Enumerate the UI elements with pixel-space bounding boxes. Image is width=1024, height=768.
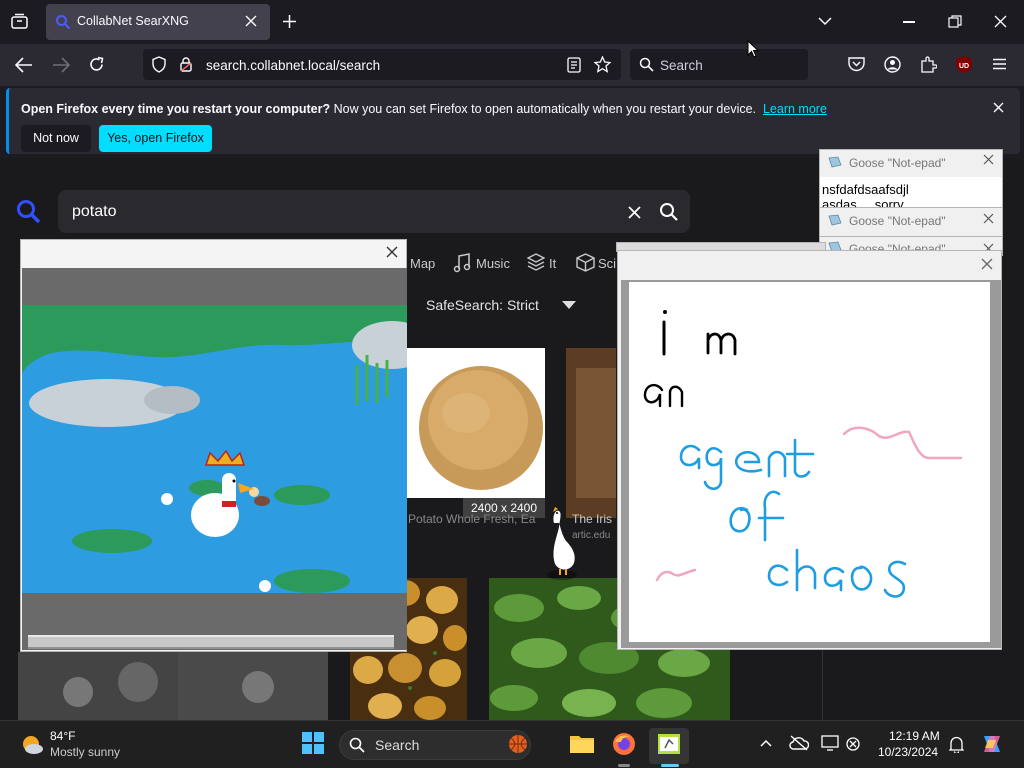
firefox-taskbar-icon[interactable] bbox=[612, 732, 636, 756]
result-image-grey-1[interactable] bbox=[18, 652, 178, 720]
windows-start-icon[interactable] bbox=[302, 732, 324, 754]
goose-notepad-close-icon-1[interactable] bbox=[983, 154, 994, 165]
new-tab-icon[interactable] bbox=[282, 14, 297, 29]
layers-icon bbox=[527, 253, 545, 272]
tab-overview-icon[interactable] bbox=[10, 13, 30, 31]
weather-condition[interactable]: Mostly sunny bbox=[50, 745, 120, 759]
open-firefox-button[interactable]: Yes, open Firefox bbox=[99, 125, 212, 152]
result-image-grey-2[interactable] bbox=[178, 652, 328, 720]
display-icon[interactable] bbox=[821, 735, 839, 751]
notification-close-icon[interactable] bbox=[993, 102, 1004, 113]
safesearch-chevron-down-icon[interactable] bbox=[562, 301, 576, 309]
svg-text:UD: UD bbox=[959, 63, 969, 70]
network-icon[interactable] bbox=[846, 737, 862, 751]
goose-notepad-close-icon-2[interactable] bbox=[983, 213, 994, 224]
goose-drawing-svg bbox=[643, 310, 963, 598]
forward-icon[interactable] bbox=[52, 57, 70, 73]
clock-date[interactable]: 10/23/2024 bbox=[878, 745, 938, 759]
goose-notepad-text-line-1: nsfdafdsaafsdjl bbox=[822, 182, 909, 197]
query-text[interactable]: potato bbox=[72, 203, 116, 221]
taskbar-search-icon bbox=[349, 737, 365, 753]
submit-search-icon[interactable] bbox=[659, 202, 679, 222]
notepad-icon-2 bbox=[828, 214, 842, 226]
goose-app-indicator bbox=[661, 764, 679, 767]
goose-drawing-canvas bbox=[629, 282, 990, 642]
back-icon[interactable] bbox=[15, 57, 33, 73]
extensions-icon[interactable] bbox=[920, 56, 937, 73]
file-explorer-icon[interactable] bbox=[569, 732, 595, 754]
result-image-iris[interactable] bbox=[566, 348, 616, 518]
goose-meme-close-icon[interactable] bbox=[386, 246, 398, 258]
vpn-cloud-icon[interactable] bbox=[789, 735, 809, 751]
clock-time[interactable]: 12:19 AM bbox=[889, 729, 940, 743]
searxng-logo-icon[interactable] bbox=[16, 199, 42, 225]
reload-icon[interactable] bbox=[88, 56, 105, 73]
tab-science[interactable]: Sci bbox=[598, 256, 616, 271]
goose-sprite[interactable] bbox=[542, 505, 582, 583]
search-icon bbox=[639, 57, 654, 72]
bookmark-star-icon[interactable] bbox=[594, 56, 611, 73]
clear-query-icon[interactable] bbox=[628, 206, 641, 219]
learn-more-link[interactable]: Learn more bbox=[763, 102, 827, 116]
web-search-placeholder: Search bbox=[660, 58, 703, 73]
searx-tab-icon bbox=[55, 14, 71, 30]
query-input[interactable] bbox=[58, 190, 690, 233]
menu-icon[interactable] bbox=[992, 58, 1007, 70]
notification-bell-icon[interactable] bbox=[949, 736, 964, 753]
music-note-icon bbox=[453, 253, 471, 273]
minimize-icon[interactable] bbox=[903, 21, 915, 23]
goose-meme-image bbox=[22, 305, 407, 593]
cube-icon bbox=[576, 253, 595, 272]
taskbar-search-box[interactable] bbox=[339, 730, 531, 760]
result-image-potato[interactable] bbox=[406, 348, 545, 498]
result-caption-1[interactable]: Potato Whole Fresh, Ea bbox=[408, 512, 535, 526]
restore-icon[interactable] bbox=[948, 15, 962, 29]
goose-notepad-title-2: Goose "Not-epad" bbox=[849, 214, 946, 228]
copilot-icon[interactable] bbox=[980, 733, 1004, 755]
page-divider bbox=[822, 640, 823, 720]
web-search-box[interactable] bbox=[630, 49, 808, 80]
notification-title: Open Firefox every time you restart your… bbox=[21, 102, 331, 116]
weather-temp[interactable]: 84°F bbox=[50, 729, 75, 743]
tab-title: CollabNet SearXNG bbox=[77, 14, 189, 28]
taskbar-search-label[interactable]: Search bbox=[375, 737, 419, 753]
notification-message: Open Firefox every time you restart your… bbox=[21, 102, 827, 116]
list-tabs-chevron-icon[interactable] bbox=[818, 16, 832, 26]
notepad-icon bbox=[828, 156, 842, 168]
ublock-origin-icon[interactable]: UD bbox=[955, 55, 973, 74]
goose-drawing-close-icon[interactable] bbox=[981, 258, 993, 270]
account-icon[interactable] bbox=[884, 56, 901, 73]
tab-it[interactable]: It bbox=[549, 256, 556, 271]
tab-map[interactable]: Map bbox=[410, 256, 435, 271]
goose-notepad-text-line-2: asdas ... sorry bbox=[822, 197, 904, 207]
goose-meme-scrollbar[interactable] bbox=[28, 635, 394, 649]
lock-icon[interactable] bbox=[179, 56, 193, 73]
shield-icon[interactable] bbox=[152, 56, 166, 73]
mouse-cursor-icon bbox=[747, 40, 759, 58]
close-window-icon[interactable] bbox=[994, 15, 1007, 28]
tray-overflow-chevron-icon[interactable] bbox=[760, 739, 772, 747]
reader-view-icon[interactable] bbox=[567, 57, 581, 73]
safesearch-select[interactable]: SafeSearch: Strict bbox=[426, 297, 539, 313]
url-text[interactable]: search.collabnet.local/search bbox=[206, 58, 380, 73]
tab-close-icon[interactable] bbox=[245, 15, 257, 27]
firefox-taskbar-indicator bbox=[618, 764, 630, 767]
basketball-icon bbox=[508, 734, 528, 754]
weather-icon[interactable] bbox=[20, 733, 44, 755]
goose-app-icon[interactable] bbox=[657, 732, 681, 756]
tab-music[interactable]: Music bbox=[476, 256, 510, 271]
pocket-icon[interactable] bbox=[848, 56, 865, 72]
notification-body: Now you can set Firefox to open automati… bbox=[330, 102, 757, 116]
not-now-button[interactable]: Not now bbox=[21, 125, 91, 152]
goose-notepad-title-1: Goose "Not-epad" bbox=[849, 156, 946, 170]
